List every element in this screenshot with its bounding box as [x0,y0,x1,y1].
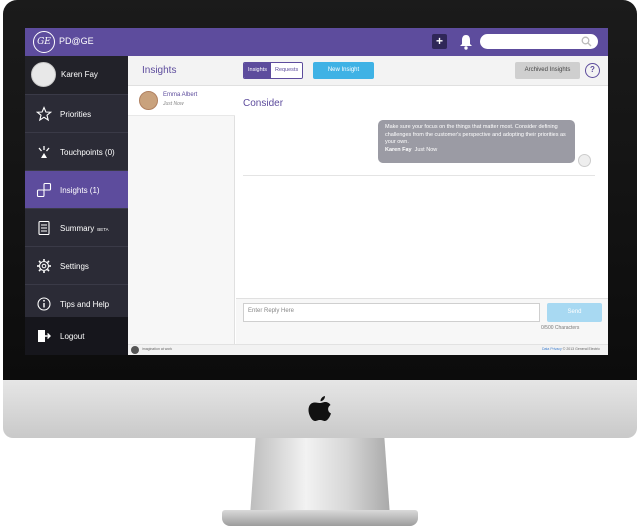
privacy-link[interactable]: Data Privacy [542,347,562,351]
sidebar-item-touchpoints[interactable]: Touchpoints (0) [25,132,128,170]
footer-tagline: imagination at work [142,347,173,351]
divider [243,175,595,176]
profile-name: Karen Fay [61,70,98,79]
footer-logo-icon [131,346,139,354]
insight-title: Consider [243,98,284,109]
message-time: Just Now [414,146,438,153]
summary-icon [38,220,50,236]
monitor-stand-neck [250,438,390,516]
imac-monitor: GE PD@GE + Karen Fay Priorities Touchpoi… [0,0,640,529]
search-icon[interactable] [581,36,592,47]
new-insight-button[interactable]: New Insight [313,62,374,79]
logout-label: Logout [60,332,85,341]
footer: imagination at work Data Privacy © 2013 … [128,344,608,355]
message-bubble: Make sure your focus on the things that … [378,120,575,163]
touchpoint-icon [38,146,50,158]
copyright-text: © 2013 General Electric [562,347,600,351]
send-button[interactable]: Send [547,303,602,322]
reply-bar: Enter Reply Here Send 0/500 Characters [236,298,608,344]
reply-input[interactable]: Enter Reply Here [243,303,540,322]
archived-insights-button[interactable]: Archived Insights [515,62,580,79]
sidebar-item-priorities[interactable]: Priorities [25,94,128,132]
message-author: Karen Fay [385,146,412,153]
summary-label: Summary [60,224,95,233]
sidebar-item-summary[interactable]: Summary BETA [25,208,128,246]
footer-links: Data Privacy © 2013 General Electric [542,347,600,351]
gear-icon [37,259,51,273]
page-title: Insights [142,65,177,76]
profile-header[interactable]: Karen Fay [25,56,128,94]
list-item-time: Just Now [163,101,184,107]
sidebar-item-label: Touchpoints (0) [60,148,115,157]
list-item[interactable]: Emma Albert Just Now [128,86,235,116]
sidebar: Karen Fay Priorities Touchpoints (0) Ins… [25,56,128,355]
sidebar-item-label: Tips and Help [60,300,110,309]
sidebar-item-label: Summary BETA [60,224,109,233]
sidebar-item-label: Insights (1) [60,186,100,195]
page-header: Insights Insights Requests New Insight A… [128,56,608,86]
sidebar-item-settings[interactable]: Settings [25,246,128,284]
message-text: Make sure your focus on the things that … [385,124,566,145]
sidebar-item-insights[interactable]: Insights (1) [25,170,128,208]
tab-group: Insights Requests [243,62,304,79]
insight-detail: Consider Make sure your focus on the thi… [236,86,608,344]
insights-icon [36,182,52,198]
top-bar: GE PD@GE + [25,28,608,56]
app-name: PD@GE [59,36,94,46]
app-screen: GE PD@GE + Karen Fay Priorities Touchpoi… [25,28,608,355]
avatar [578,154,591,167]
help-icon[interactable]: ? [585,63,600,78]
logout-button[interactable]: Logout [25,317,128,355]
sidebar-item-label: Priorities [60,110,92,119]
avatar [31,62,56,87]
search-input[interactable] [480,34,598,49]
beta-badge: BETA [97,227,109,232]
ge-logo[interactable]: GE [33,31,55,53]
insight-list: Emma Albert Just Now [128,86,235,344]
star-icon [36,106,52,122]
logout-icon [38,330,51,342]
sidebar-item-label: Settings [60,262,89,271]
sidebar-item-tips[interactable]: Tips and Help [25,284,128,317]
apple-logo-icon [308,396,331,421]
character-count: 0/500 Characters [541,325,580,331]
add-button[interactable]: + [432,34,447,49]
bell-icon[interactable] [459,34,473,50]
info-icon [37,297,51,311]
list-item-name: Emma Albert [163,92,198,98]
monitor-stand-foot [222,510,418,526]
avatar [139,91,158,110]
tab-insights[interactable]: Insights [244,63,271,78]
tab-requests[interactable]: Requests [270,63,303,78]
